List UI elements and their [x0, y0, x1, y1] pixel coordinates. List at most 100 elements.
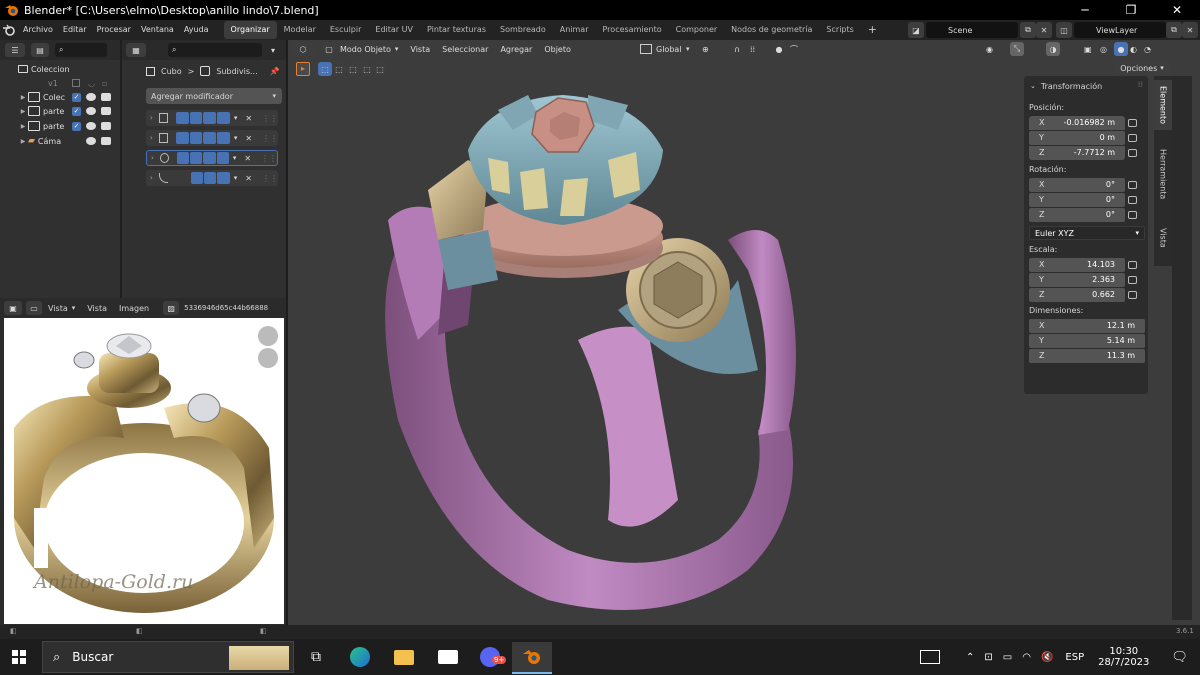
tab-nodos-geometria[interactable]: Nodos de geometría [724, 21, 819, 39]
expand-arrow-icon[interactable]: › [150, 174, 153, 182]
edit-cage-toggle[interactable] [176, 152, 190, 164]
outliner-row-camera[interactable]: ▶ ▰ Cáma [0, 134, 120, 148]
expand-arrow-icon[interactable]: ▶ [18, 138, 28, 145]
outliner-row-part-2[interactable]: ▶ parte ✓ [0, 119, 120, 133]
rotation-mode-dropdown[interactable]: Euler XYZ ▾ [1029, 226, 1145, 240]
rotation-y-field[interactable]: Y 0° [1029, 193, 1125, 207]
drag-handle-icon[interactable]: ⋮⋮ [261, 154, 277, 163]
include-checkbox[interactable]: ✓ [72, 121, 81, 131]
zoom-icon[interactable] [258, 326, 278, 346]
tab-vista[interactable]: Vista [1154, 218, 1172, 258]
display-mode-icon[interactable]: ▤ [31, 43, 49, 57]
render-toggle-icon[interactable]: ▫ [102, 79, 107, 88]
modifier-row-1[interactable]: › ▾ ✕ ⋮⋮ [146, 110, 278, 126]
outliner-search-input[interactable]: ⌕ [55, 43, 107, 57]
expand-arrow-icon[interactable]: ▶ [18, 123, 28, 130]
windows-start-icon[interactable] [12, 650, 26, 664]
close-button[interactable]: ✕ [1154, 0, 1200, 20]
blender-menu-icon[interactable] [0, 21, 18, 39]
minimize-button[interactable]: ─ [1062, 0, 1108, 20]
menu-editar[interactable]: Editar [58, 20, 92, 40]
exclude-checkbox[interactable] [72, 79, 80, 87]
tab-animar[interactable]: Animar [553, 21, 596, 39]
edit-cage-toggle[interactable] [176, 132, 189, 144]
scene-collection-row[interactable]: Coleccion [0, 62, 120, 76]
render-camera-icon[interactable] [101, 122, 111, 130]
edge-browser-icon[interactable] [340, 642, 380, 672]
edit-mode-toggle[interactable] [190, 172, 204, 184]
dimension-y-field[interactable]: Y 5.14 m [1029, 334, 1145, 348]
menu-archivo[interactable]: Archivo [18, 20, 58, 40]
expand-arrow-icon[interactable]: ▶ [18, 108, 28, 115]
blender-taskbar-icon[interactable] [512, 642, 552, 672]
lock-icon[interactable] [1128, 211, 1137, 219]
expand-arrow-icon[interactable]: › [151, 154, 154, 162]
battery-icon[interactable]: ▭ [1003, 652, 1012, 663]
meet-now-icon[interactable] [920, 650, 940, 664]
image-browse-icon[interactable]: ▨ [163, 301, 180, 315]
view-dropdown[interactable]: Vista [48, 304, 68, 313]
mail-icon[interactable] [428, 642, 468, 672]
render-toggle[interactable] [217, 112, 230, 124]
remove-modifier-icon[interactable]: ✕ [245, 134, 252, 143]
rotation-x-field[interactable]: X 0° [1029, 178, 1125, 192]
chevron-up-icon[interactable]: ⌃ [966, 652, 974, 663]
taskbar-search-box[interactable]: ⌕ Buscar [42, 641, 294, 673]
drag-handle-icon[interactable]: ⋮⋮ [262, 134, 278, 143]
viewport-toggle[interactable] [203, 152, 216, 164]
panel-drag-handle-icon[interactable]: ⁞⁞ [1138, 80, 1143, 89]
edit-mode-toggle[interactable] [189, 112, 203, 124]
visibility-eye-icon[interactable] [86, 122, 96, 130]
image-editor-type-icon[interactable]: ▣ [4, 301, 22, 315]
pan-hand-icon[interactable] [258, 348, 278, 368]
pin-icon[interactable]: 📌 [270, 67, 280, 76]
new-view-layer-icon[interactable]: ⧉ [1166, 22, 1182, 38]
notification-center-icon[interactable]: 🗨 [1171, 650, 1188, 665]
view-layer-field[interactable]: ViewLayer [1074, 22, 1166, 38]
dimension-z-field[interactable]: Z 11.3 m [1029, 349, 1145, 363]
include-checkbox[interactable]: ✓ [72, 92, 81, 102]
remove-modifier-icon[interactable]: ✕ [245, 114, 252, 123]
render-toggle[interactable] [217, 172, 230, 184]
outliner-row-v1[interactable]: v1 ◡ ▫ [0, 76, 120, 90]
render-camera-icon[interactable] [101, 137, 111, 145]
tab-sombreado[interactable]: Sombreado [493, 21, 553, 39]
menu-ayuda[interactable]: Ayuda [179, 20, 214, 40]
wifi-icon[interactable]: ◠ [1022, 652, 1031, 663]
hide-toggle-icon[interactable]: ◡ [88, 79, 95, 88]
expand-arrow-icon[interactable]: ▶ [18, 94, 28, 101]
lock-icon[interactable] [1128, 291, 1137, 299]
file-explorer-icon[interactable] [384, 642, 424, 672]
chevron-down-icon[interactable]: ▾ [234, 114, 238, 122]
menu-vista[interactable]: Vista [87, 304, 107, 313]
tab-esculpir[interactable]: Esculpir [323, 21, 369, 39]
tab-scripts[interactable]: Scripts [819, 21, 860, 39]
scale-x-field[interactable]: X 14.103 [1029, 258, 1125, 272]
position-y-field[interactable]: Y 0 m [1029, 131, 1125, 145]
outliner-row-collection[interactable]: ▶ Colec ✓ [0, 90, 120, 104]
volume-muted-icon[interactable]: 🔇 [1041, 652, 1053, 663]
new-scene-icon[interactable]: ⧉ [1020, 22, 1036, 38]
scale-z-field[interactable]: Z 0.662 [1029, 288, 1125, 302]
render-toggle[interactable] [216, 152, 229, 164]
position-z-field[interactable]: Z -7.7712 m [1029, 146, 1125, 160]
view-mode-icon[interactable]: ▭ [26, 301, 42, 315]
tab-procesamiento[interactable]: Procesamiento [596, 21, 669, 39]
tab-editar-uv[interactable]: Editar UV [368, 21, 420, 39]
visibility-eye-icon[interactable] [86, 93, 96, 101]
lock-icon[interactable] [1128, 196, 1137, 204]
chevron-down-icon[interactable]: ▾ [234, 134, 238, 142]
render-camera-icon[interactable] [101, 107, 111, 115]
lock-icon[interactable] [1128, 261, 1137, 269]
tab-elemento[interactable]: Elemento [1154, 80, 1172, 130]
lock-icon[interactable] [1128, 276, 1137, 284]
scene-field[interactable]: Scene [926, 22, 1018, 38]
chevron-down-icon[interactable]: ▾ [233, 154, 237, 162]
add-modifier-dropdown[interactable]: Agregar modificador ▾ [146, 88, 282, 104]
menu-imagen[interactable]: Imagen [119, 304, 149, 313]
drag-handle-icon[interactable]: ⋮⋮ [262, 114, 278, 123]
task-view-icon[interactable]: ⧉ [296, 642, 336, 672]
modifier-row-4[interactable]: › ▾ ✕ ⋮⋮ [146, 170, 278, 186]
expand-arrow-icon[interactable]: › [150, 134, 153, 142]
scale-y-field[interactable]: Y 2.363 [1029, 273, 1125, 287]
